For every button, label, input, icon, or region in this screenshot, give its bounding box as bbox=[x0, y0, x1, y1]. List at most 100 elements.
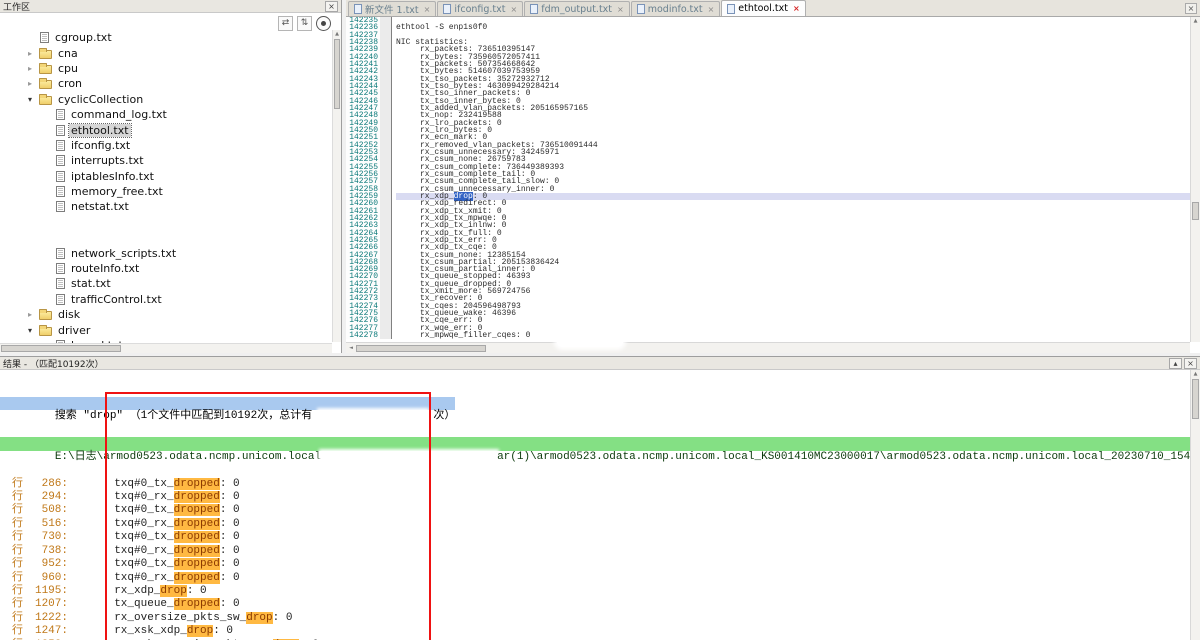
tree-item-cyclicCollection[interactable]: ▾cyclicCollection bbox=[0, 92, 332, 107]
result-row[interactable]: 行960: txq#0_rx_dropped: 0 bbox=[0, 572, 1190, 585]
close-icon[interactable]: × bbox=[1184, 358, 1197, 369]
scroll-up-icon[interactable]: ▲ bbox=[1191, 17, 1200, 25]
folder-icon bbox=[39, 65, 52, 74]
document-icon bbox=[354, 4, 362, 14]
result-line-number: 1222: bbox=[26, 612, 68, 625]
editor-line[interactable]: 142236ethtool -S enp1s0f0 bbox=[346, 24, 1190, 31]
editor-line[interactable]: 142278 rx_mpwqe_filler_cqes: 0 bbox=[346, 332, 1190, 339]
scrollbar-thumb[interactable] bbox=[356, 345, 486, 352]
chevron-down-icon[interactable]: ▾ bbox=[28, 326, 39, 335]
bookmark-margin bbox=[380, 54, 392, 61]
tree-item-command_log.txt[interactable]: command_log.txt bbox=[0, 107, 332, 122]
results-vertical-scrollbar[interactable]: ▲ bbox=[1190, 370, 1200, 640]
scrollbar-thumb[interactable] bbox=[1192, 379, 1199, 419]
editor-line-text bbox=[396, 32, 1190, 39]
result-file-path-row[interactable]: E:\日志\armod0523.odata.ncmp.unicom.locala… bbox=[0, 437, 1190, 450]
tree-item-network_scripts.txt[interactable]: network_scripts.txt bbox=[0, 245, 332, 260]
tree-vertical-scrollbar[interactable]: ▲ bbox=[332, 30, 341, 342]
tree-item-interrupts.txt[interactable]: interrupts.txt bbox=[0, 153, 332, 168]
tree-item-stat.txt[interactable]: stat.txt bbox=[0, 276, 332, 291]
locate-file-icon[interactable] bbox=[316, 16, 331, 31]
result-rows: 行286: txq#0_tx_dropped: 0行294: txq#0_rx_… bbox=[0, 478, 1190, 640]
result-row[interactable]: 行730: txq#0_tx_dropped: 0 bbox=[0, 531, 1190, 544]
tree-horizontal-scrollbar[interactable] bbox=[0, 343, 332, 353]
tree-item-ifconfig.txt[interactable]: ifconfig.txt bbox=[0, 138, 332, 153]
tabbar-close-icon[interactable]: × bbox=[1185, 3, 1197, 14]
scrollbar-thumb[interactable] bbox=[334, 39, 340, 109]
chevron-right-icon[interactable]: ▸ bbox=[28, 49, 39, 58]
tab-label: ifconfig.txt bbox=[454, 4, 505, 15]
result-row[interactable]: 行1222: rx_oversize_pkts_sw_drop: 0 bbox=[0, 612, 1190, 625]
tree-item-ethtool.txt[interactable]: ethtool.txt bbox=[0, 122, 332, 137]
scroll-up-icon[interactable]: ▲ bbox=[1191, 370, 1200, 378]
result-row[interactable]: 行952: txq#0_tx_dropped: 0 bbox=[0, 558, 1190, 571]
tab-close-icon[interactable]: × bbox=[617, 5, 624, 14]
editor-line-text: rx_lro_packets: 0 bbox=[396, 120, 1190, 127]
result-line-label: 行 bbox=[0, 478, 26, 491]
editor-horizontal-scrollbar[interactable]: ◄ bbox=[346, 342, 1190, 353]
tab-close-icon[interactable]: × bbox=[511, 5, 518, 14]
editor-line-text: tx_added_vlan_packets: 205165957165 bbox=[396, 105, 1190, 112]
scroll-up-icon[interactable]: ▲ bbox=[333, 30, 341, 38]
tree-item-cna[interactable]: ▸cna bbox=[0, 45, 332, 60]
chevron-right-icon[interactable]: ▸ bbox=[28, 310, 39, 319]
tab-ifconfig.txt[interactable]: ifconfig.txt × bbox=[437, 1, 523, 16]
result-line-label: 行 bbox=[0, 558, 26, 571]
result-row[interactable]: 行1195: rx_xdp_drop: 0 bbox=[0, 585, 1190, 598]
scroll-left-icon[interactable]: ◄ bbox=[346, 344, 356, 352]
result-row[interactable]: 行294: txq#0_rx_dropped: 0 bbox=[0, 491, 1190, 504]
tab--1.txt[interactable]: 新文件 1.txt× bbox=[348, 1, 436, 16]
refresh-icon[interactable]: ⇅ bbox=[297, 16, 312, 31]
tree-item-label: network_scripts.txt bbox=[69, 247, 178, 260]
bookmark-margin bbox=[380, 171, 392, 178]
tab-ethtool.txt[interactable]: ethtool.txt× bbox=[721, 0, 805, 16]
close-icon[interactable]: × bbox=[325, 1, 338, 12]
result-line-number: 516: bbox=[26, 518, 68, 531]
result-row[interactable]: 行286: txq#0_tx_dropped: 0 bbox=[0, 478, 1190, 491]
result-line-number: 738: bbox=[26, 545, 68, 558]
editor-line[interactable]: 142237 bbox=[346, 32, 1190, 39]
bookmark-margin bbox=[380, 200, 392, 207]
chevron-down-icon[interactable]: ▾ bbox=[28, 95, 39, 104]
tree-item-cgroup.txt[interactable]: cgroup.txt bbox=[0, 30, 332, 45]
result-row[interactable]: 行516: txq#0_rx_dropped: 0 bbox=[0, 518, 1190, 531]
result-row[interactable]: 行738: txq#0_rx_dropped: 0 bbox=[0, 545, 1190, 558]
result-line-number: 1207: bbox=[26, 598, 68, 611]
match-highlight: dropped bbox=[174, 504, 220, 516]
result-row[interactable]: 行1207: tx_queue_dropped: 0 bbox=[0, 598, 1190, 611]
sync-icon[interactable]: ⇄ bbox=[278, 16, 293, 31]
tree-item-cron[interactable]: ▸cron bbox=[0, 76, 332, 91]
editor-line-text: rx_lro_bytes: 0 bbox=[396, 127, 1190, 134]
tree-item-driver[interactable]: ▾driver bbox=[0, 322, 332, 337]
tab-close-icon[interactable]: × bbox=[424, 5, 431, 14]
chevron-right-icon[interactable]: ▸ bbox=[28, 79, 39, 88]
result-line-label: 行 bbox=[0, 625, 26, 638]
scrollbar-thumb[interactable] bbox=[1, 345, 121, 352]
tab-close-icon[interactable]: × bbox=[793, 4, 800, 13]
rollup-icon[interactable]: ▴ bbox=[1169, 358, 1182, 369]
match-highlight: dropped bbox=[174, 572, 220, 584]
chevron-right-icon[interactable]: ▸ bbox=[28, 64, 39, 73]
results-titlebar: 结果 - （匹配10192次） ▴ × bbox=[0, 357, 1200, 370]
match-highlight: dropped bbox=[174, 598, 220, 610]
editor-content[interactable]: 142235142236ethtool -S enp1s0f0142237142… bbox=[346, 17, 1190, 342]
tab-modinfo.txt[interactable]: modinfo.txt× bbox=[631, 1, 721, 16]
tree-item-netstat.txt[interactable]: netstat.txt bbox=[0, 199, 332, 214]
editor-vertical-scrollbar[interactable]: ▲ bbox=[1190, 17, 1200, 342]
tree-item-routeInfo.txt[interactable]: routeInfo.txt bbox=[0, 261, 332, 276]
tree-item-disk[interactable]: ▸disk bbox=[0, 307, 332, 322]
file-icon bbox=[56, 109, 65, 120]
result-row[interactable]: 行1247: rx_xsk_xdp_drop: 0 bbox=[0, 625, 1190, 638]
tree-item-memory_free.txt[interactable]: memory_free.txt bbox=[0, 184, 332, 199]
search-summary-row[interactable]: 搜索 "drop" （1个文件中匹配到10192次，总计有 次） bbox=[0, 397, 455, 410]
bookmark-margin bbox=[380, 98, 392, 105]
tree-item-label: trafficControl.txt bbox=[69, 293, 164, 306]
folder-icon bbox=[39, 80, 52, 89]
tab-fdm_output.txt[interactable]: fdm_output.txt× bbox=[524, 1, 630, 16]
tree-item-iptablesInfo.txt[interactable]: iptablesInfo.txt bbox=[0, 169, 332, 184]
tree-item-trafficControl.txt[interactable]: trafficControl.txt bbox=[0, 292, 332, 307]
tree-item-cpu[interactable]: ▸cpu bbox=[0, 61, 332, 76]
tab-close-icon[interactable]: × bbox=[708, 5, 715, 14]
scrollbar-thumb[interactable] bbox=[1192, 202, 1199, 220]
result-row[interactable]: 行508: txq#0_tx_dropped: 0 bbox=[0, 504, 1190, 517]
